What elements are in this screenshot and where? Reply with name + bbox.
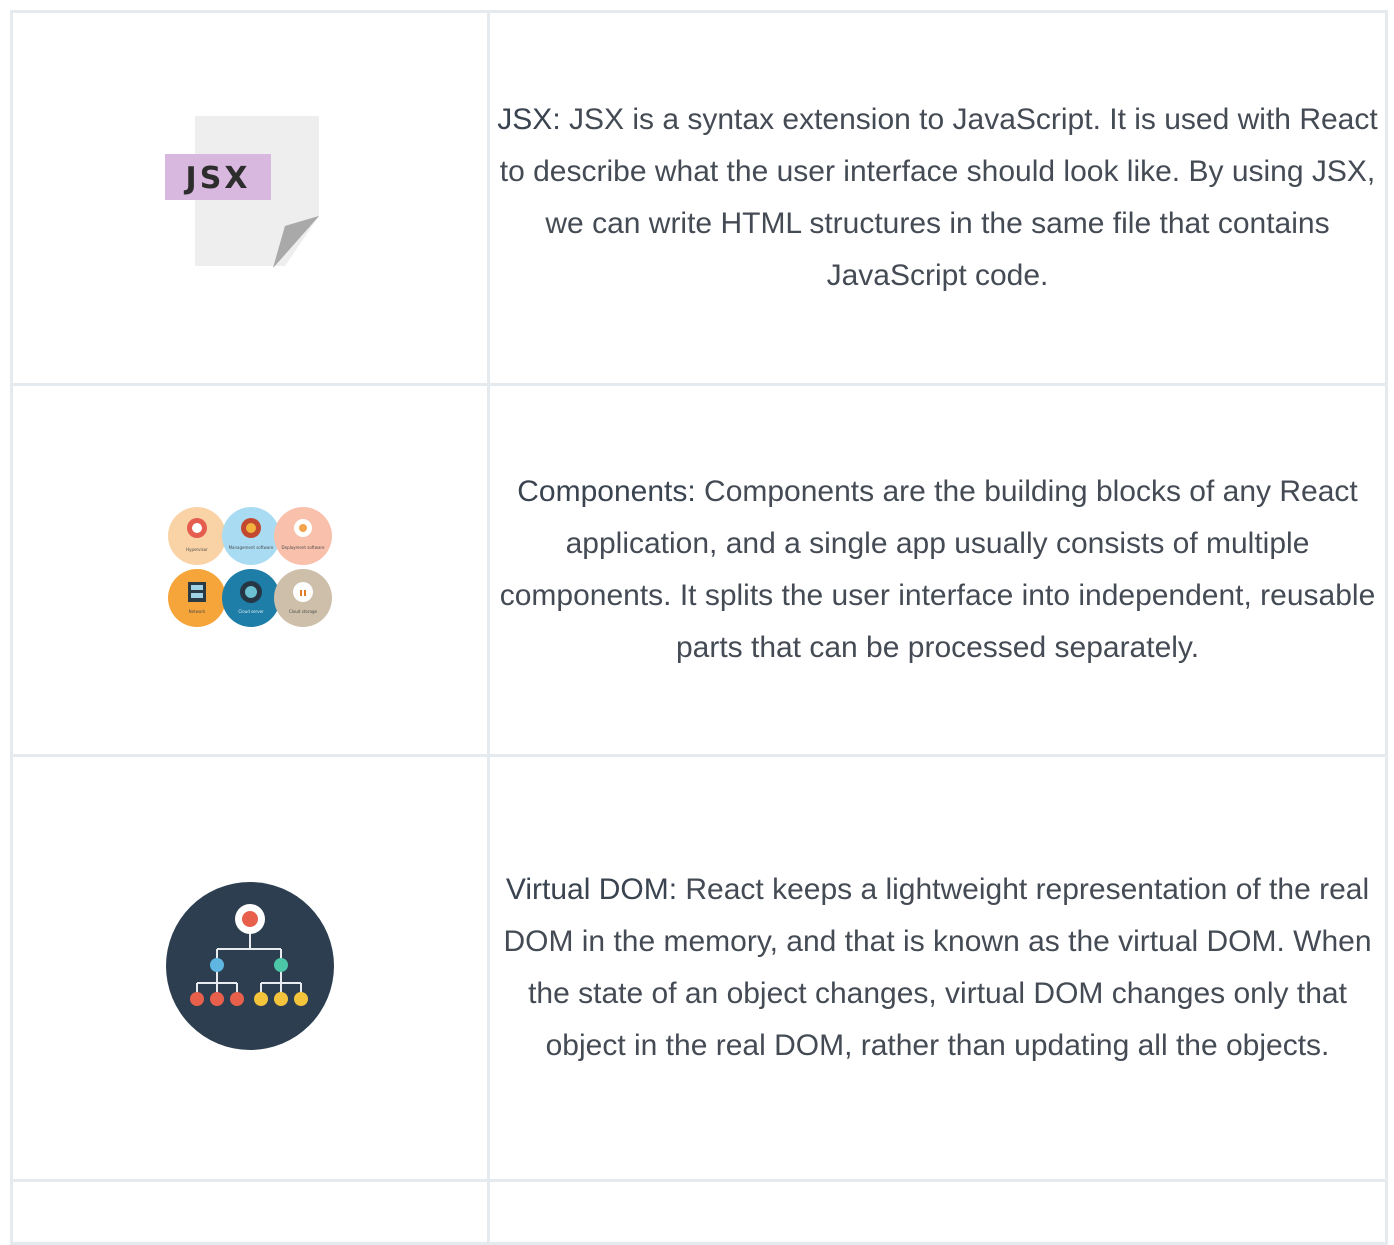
- feature-term: Components:: [517, 475, 696, 508]
- icon-cell: [10, 1179, 490, 1245]
- table-row: JSX JSX: JSX is a syntax extension to Ja…: [10, 10, 1388, 386]
- hierarchy-tree-icon: [165, 881, 335, 1056]
- circle-label: Deployment software: [282, 545, 325, 550]
- jsx-label: JSX: [184, 161, 251, 196]
- circle-label: Cloud storage: [289, 609, 317, 614]
- feature-text: JSX is a syntax extension to JavaScript.…: [499, 103, 1378, 292]
- circle-label: Hypervisor: [186, 547, 208, 552]
- feature-term: JSX:: [497, 103, 561, 136]
- features-table: JSX JSX: JSX is a syntax extension to Ja…: [10, 10, 1388, 1245]
- feature-description: Virtual DOM: React keeps a lightweight r…: [487, 754, 1388, 1182]
- feature-description: [487, 1179, 1388, 1245]
- icon-cell: Hypervisor Management software Deploymen…: [10, 383, 490, 757]
- icon-cell: JSX: [10, 10, 490, 386]
- icon-cell: [10, 754, 490, 1182]
- circle-label: Network: [189, 609, 206, 614]
- table-row: Hypervisor Management software Deploymen…: [10, 383, 1388, 757]
- table-row: [10, 1179, 1388, 1245]
- jsx-file-icon: JSX: [165, 115, 335, 281]
- circle-label: Management software: [229, 545, 274, 550]
- table-row: Virtual DOM: React keeps a lightweight r…: [10, 754, 1388, 1182]
- components-circles-icon: Hypervisor Management software Deploymen…: [167, 506, 333, 635]
- feature-description: JSX: JSX is a syntax extension to JavaSc…: [487, 10, 1388, 386]
- feature-term: Virtual DOM:: [505, 873, 678, 906]
- circle-label: Cloud server: [238, 609, 264, 614]
- feature-description: Components: Components are the building …: [487, 383, 1388, 757]
